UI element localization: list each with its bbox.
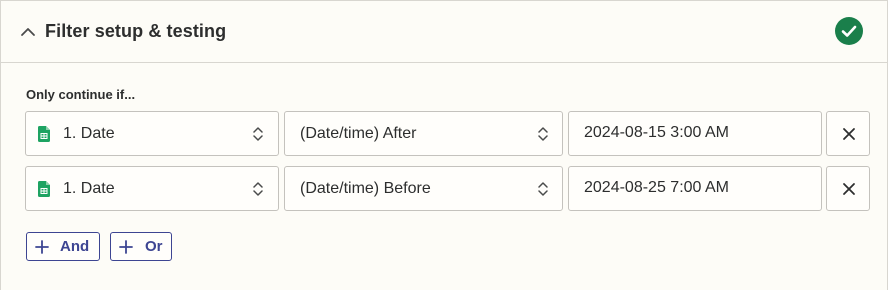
plus-icon <box>35 240 49 254</box>
close-icon <box>843 128 855 140</box>
rule-2-operator-select[interactable]: (Date/time) Before <box>284 166 563 211</box>
rule-1-operator-select[interactable]: (Date/time) After <box>284 111 563 156</box>
rule-2-field-value: 1. Date <box>63 180 115 197</box>
rule-2-value-input[interactable]: 2024-08-25 7:00 AM <box>568 166 822 211</box>
rule-1-field-value: 1. Date <box>63 125 115 142</box>
add-or-label: Or <box>145 238 163 255</box>
check-circle-icon <box>835 17 863 45</box>
filter-panel: Filter setup & testing Only continue if.… <box>0 0 888 290</box>
up-down-arrows-icon <box>538 182 548 196</box>
rule-1-value-text: 2024-08-15 3:00 AM <box>584 124 729 141</box>
add-and-button[interactable]: And <box>26 232 100 261</box>
up-down-arrows-icon <box>253 182 263 196</box>
condition-label: Only continue if... <box>26 87 136 102</box>
section-title: Filter setup & testing <box>45 21 227 41</box>
plus-icon <box>119 240 133 254</box>
section-header[interactable]: Filter setup & testing <box>1 1 887 63</box>
rule-2-remove-button[interactable] <box>826 166 870 211</box>
up-down-arrows-icon <box>253 127 263 141</box>
up-down-arrows-icon <box>538 127 548 141</box>
rule-1-field-select[interactable]: 1. Date <box>25 111 279 156</box>
chevron-up-icon[interactable] <box>19 23 37 41</box>
add-and-label: And <box>60 238 90 255</box>
rule-2-operator-value: (Date/time) Before <box>300 180 431 197</box>
rule-1-operator-value: (Date/time) After <box>300 125 417 142</box>
rule-1-value-input[interactable]: 2024-08-15 3:00 AM <box>568 111 822 156</box>
add-or-button[interactable]: Or <box>110 232 172 261</box>
rule-2-field-select[interactable]: 1. Date <box>25 166 279 211</box>
rule-1-remove-button[interactable] <box>826 111 870 156</box>
rule-2-value-text: 2024-08-25 7:00 AM <box>584 179 729 196</box>
google-sheets-icon <box>38 181 50 197</box>
close-icon <box>843 183 855 195</box>
google-sheets-icon <box>38 126 50 142</box>
